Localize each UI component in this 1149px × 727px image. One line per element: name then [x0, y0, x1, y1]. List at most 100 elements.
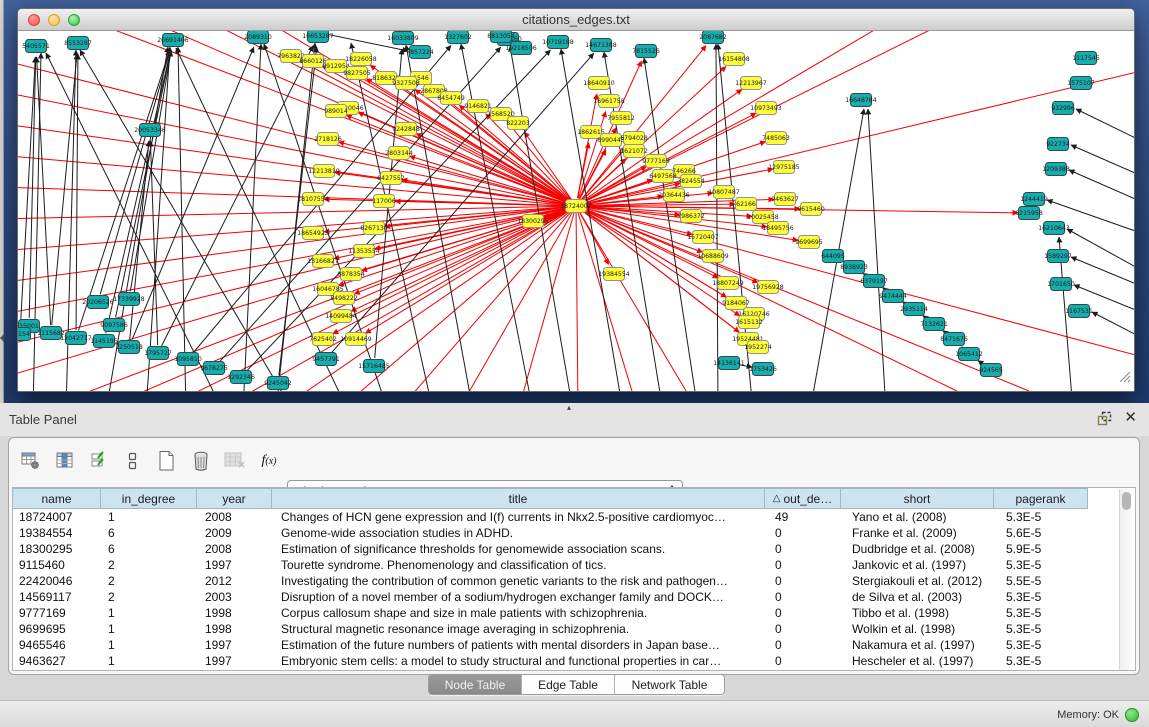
column-header-year[interactable]: year [196, 488, 272, 509]
tab-edge-table[interactable]: Edge Table [521, 675, 614, 694]
graph-node[interactable]: 9242848 [392, 123, 420, 136]
graph-node[interactable]: 9615460 [797, 203, 825, 216]
graph-node[interactable]: 8215958 [1015, 207, 1043, 220]
graph-node[interactable]: 39154 [18, 328, 31, 341]
graph-node[interactable]: 6794028 [620, 132, 648, 145]
graph-node[interactable]: 1575107 [1067, 77, 1095, 90]
left-panel-splitter[interactable] [0, 0, 4, 403]
graph-node[interactable]: 5405571 [22, 40, 50, 53]
graph-node[interactable]: 2089310 [244, 31, 272, 44]
graph-node[interactable]: 8878354 [337, 268, 365, 281]
graph-node[interactable]: 644095 [821, 250, 845, 263]
graph-node[interactable]: 1952274 [744, 341, 772, 354]
graph-node[interactable]: 8938923 [840, 261, 868, 274]
graph-node[interactable]: 1250518 [115, 341, 143, 354]
table-row[interactable]: 969969511998Structural magnetic resonanc… [13, 621, 1135, 637]
graph-node[interactable]: 6497568 [649, 170, 677, 183]
select-rows-icon[interactable] [87, 448, 111, 474]
graph-node[interactable]: 12213967 [735, 77, 767, 90]
graph-node[interactable]: 9474444 [879, 290, 907, 303]
graph-node[interactable]: 19384554 [598, 268, 630, 281]
graph-node[interactable]: 1327602 [444, 31, 472, 44]
graph-node[interactable]: 12042717 [60, 332, 92, 345]
graph-node[interactable]: 7857224 [406, 46, 434, 59]
graph-node[interactable]: 9327508 [392, 77, 420, 90]
graph-node[interactable]: 10914469 [340, 333, 372, 346]
table-row[interactable]: 1938455462009Genome-wide association stu… [13, 525, 1135, 541]
network-canvas[interactable]: 1872400718300295540557185532872069140620… [18, 31, 1134, 391]
graph-node[interactable]: 1753426 [749, 363, 777, 376]
delete-table-icon[interactable] [223, 448, 247, 474]
graph-node[interactable]: 1795727 [144, 347, 172, 360]
graph-node[interactable]: 13166827 [307, 255, 339, 268]
graph-node[interactable]: 8427552 [377, 172, 405, 185]
graph-node[interactable]: 9777169 [642, 155, 670, 168]
graph-node[interactable]: 12213819 [308, 165, 340, 178]
graph-node[interactable]: 8454749 [437, 92, 465, 105]
graph-node[interactable]: 10719188 [542, 36, 574, 49]
graph-node[interactable]: 2935114 [900, 303, 928, 316]
graph-node[interactable]: 1589297 [1044, 250, 1072, 263]
graph-node[interactable]: 1615132 [735, 316, 763, 329]
column-header-out_de[interactable]: △out_de… [764, 488, 841, 509]
table-row[interactable]: 946554611997Estimation of the future num… [13, 637, 1135, 653]
graph-node[interactable]: 16154808 [718, 53, 750, 66]
graph-node[interactable]: 16961758 [593, 95, 625, 108]
graph-node[interactable]: 8498222 [330, 292, 358, 305]
graph-node[interactable]: 18107554 [297, 193, 329, 206]
graph-node[interactable]: 117006 [372, 195, 396, 208]
table-row[interactable]: 911546021997Tourette syndrome. Phenomeno… [13, 557, 1135, 573]
graph-node[interactable]: 16210643 [1038, 222, 1070, 235]
graph-node[interactable]: 6379197 [860, 275, 888, 288]
graph-node[interactable]: 7986372 [677, 210, 705, 223]
table-scrollbar[interactable] [1119, 489, 1132, 670]
graph-node[interactable]: 9699695 [795, 236, 823, 249]
table-row[interactable]: 1830029562008Estimation of significance … [13, 541, 1135, 557]
table-row[interactable]: 1456911722003Disruption of a novel membe… [13, 589, 1135, 605]
tab-node-table[interactable]: Node Table [429, 675, 521, 694]
graph-node[interactable]: 8471676 [940, 333, 968, 346]
window-resize-grip[interactable] [1117, 369, 1131, 388]
table-row[interactable]: 946362711997Embryonic stem cells: a mode… [13, 653, 1135, 669]
graph-node[interactable]: 1621072 [620, 145, 648, 158]
network-window-titlebar[interactable]: citations_edges.txt [18, 9, 1134, 31]
graph-node[interactable]: 7955812 [607, 112, 635, 125]
graph-node[interactable]: 8813054 [487, 31, 515, 43]
graph-node[interactable]: 2803144 [385, 147, 413, 160]
graph-node[interactable]: 10973493 [750, 102, 782, 115]
graph-node[interactable]: 1701650 [1047, 278, 1075, 291]
new-column-icon[interactable] [155, 448, 179, 474]
column-header-title[interactable]: title [271, 488, 765, 509]
graph-node[interactable]: 8553287 [64, 37, 92, 50]
graph-node[interactable]: 16033809 [387, 32, 419, 45]
graph-node[interactable]: 11353554 [348, 245, 380, 258]
show-columns-icon[interactable] [53, 448, 77, 474]
graph-node[interactable]: 9097586 [100, 319, 128, 332]
column-header-short[interactable]: short [840, 488, 994, 509]
close-panel-icon[interactable]: ✕ [1124, 410, 1137, 426]
graph-node[interactable]: 932996 [1051, 102, 1075, 115]
graph-node[interactable]: 12975185 [768, 161, 800, 174]
graph-node[interactable]: 1065412 [955, 348, 983, 361]
vertical-splitter-handle[interactable]: ▴ [567, 403, 571, 412]
graph-node[interactable]: 15720407 [687, 231, 719, 244]
graph-node[interactable]: 20364436 [658, 189, 690, 202]
graph-node[interactable]: 1167531 [1065, 305, 1093, 318]
graph-node[interactable]: 989014 [324, 105, 348, 118]
graph-node[interactable]: 8267130 [360, 222, 388, 235]
graph-node[interactable]: 1145195 [90, 335, 118, 348]
graph-node[interactable]: 9245042 [264, 377, 292, 390]
graph-node[interactable]: 20206526 [82, 296, 114, 309]
graph-node[interactable]: 3824554 [677, 175, 705, 188]
table-row[interactable]: 2242004622012Investigating the contribut… [13, 573, 1135, 589]
graph-node[interactable]: 18654923 [297, 227, 329, 240]
graph-node[interactable]: 922734 [1046, 138, 1070, 151]
graph-node[interactable]: 1095810 [174, 353, 202, 366]
graph-node[interactable]: 20053346 [134, 124, 166, 137]
table-mode-icon[interactable] [19, 448, 43, 474]
graph-node[interactable]: 822203 [506, 117, 530, 130]
graph-node[interactable]: 7815526 [632, 45, 660, 58]
table-scrollbar-thumb[interactable] [1122, 492, 1131, 510]
graph-node[interactable]: 16648784 [845, 94, 877, 107]
graph-node[interactable]: 1117545 [1072, 52, 1100, 65]
